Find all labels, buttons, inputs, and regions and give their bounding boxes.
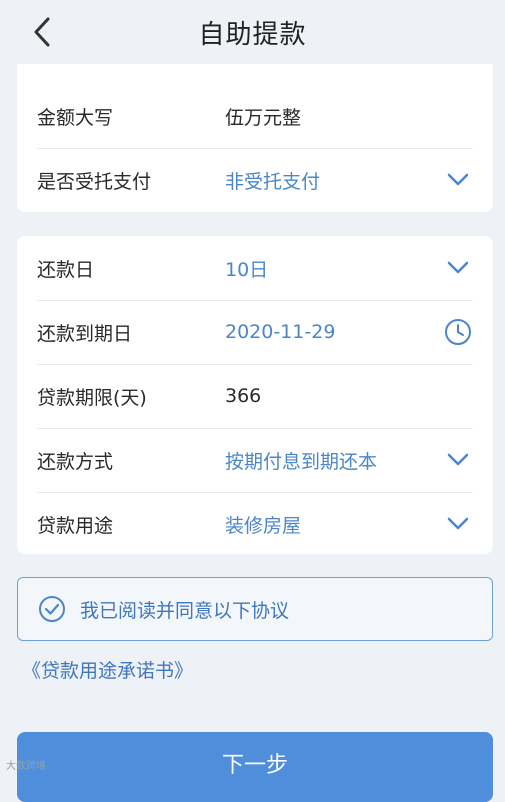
amount-in-words-row: 金额大写 伍万元整	[37, 84, 473, 149]
chevron-down-icon[interactable]	[443, 509, 473, 539]
entrusted-payment-select[interactable]: 非受托支付	[225, 167, 443, 194]
repayment-day-label: 还款日	[37, 258, 95, 281]
repayment-method-select[interactable]: 按期付息到期还本	[225, 447, 443, 474]
next-button[interactable]: 下一步	[17, 732, 493, 802]
repayment-day-select[interactable]: 10日	[225, 255, 443, 282]
amount-in-words-label: 金额大写	[37, 106, 114, 129]
amount-in-words-value: 伍万元整	[225, 106, 302, 129]
loan-purpose-row[interactable]: 贷款用途 装修房屋	[37, 492, 473, 556]
due-date-label: 还款到期日	[37, 322, 133, 345]
clock-icon[interactable]	[443, 317, 473, 347]
repayment-section: 还款日 10日 还款到期日 2020-11-29 贷款期限(天) 366 还款方…	[17, 236, 493, 554]
due-date-picker[interactable]: 2020-11-29	[225, 321, 443, 343]
entrusted-payment-row[interactable]: 是否受托支付 非受托支付	[37, 148, 473, 212]
repayment-method-row[interactable]: 还款方式 按期付息到期还本	[37, 428, 473, 493]
page-title: 自助提款	[198, 20, 307, 50]
chevron-down-icon[interactable]	[443, 253, 473, 283]
loan-term-label: 贷款期限(天)	[37, 386, 147, 409]
loan-term-value: 366	[225, 385, 262, 407]
loan-purpose-commitment-link[interactable]: 《贷款用途承诺书》	[22, 656, 193, 683]
chevron-down-icon[interactable]	[443, 445, 473, 475]
due-date-row[interactable]: 还款到期日 2020-11-29	[37, 300, 473, 365]
amount-section: 金额大写 伍万元整 是否受托支付 非受托支付	[17, 64, 493, 212]
check-circle-icon[interactable]	[38, 595, 66, 623]
repayment-day-row[interactable]: 还款日 10日	[37, 236, 473, 301]
agreement-checkbox[interactable]: 我已阅读并同意以下协议	[17, 577, 493, 641]
loan-purpose-select[interactable]: 装修房屋	[225, 511, 443, 538]
entrusted-payment-label: 是否受托支付	[37, 170, 152, 193]
repayment-method-label: 还款方式	[37, 450, 114, 473]
agreement-text: 我已阅读并同意以下协议	[80, 599, 290, 622]
chevron-down-icon[interactable]	[443, 165, 473, 195]
watermark: 大数跨境	[6, 761, 46, 772]
loan-term-row: 贷款期限(天) 366	[37, 364, 473, 429]
loan-purpose-label: 贷款用途	[37, 514, 114, 537]
header-bar: 自助提款	[0, 0, 505, 64]
